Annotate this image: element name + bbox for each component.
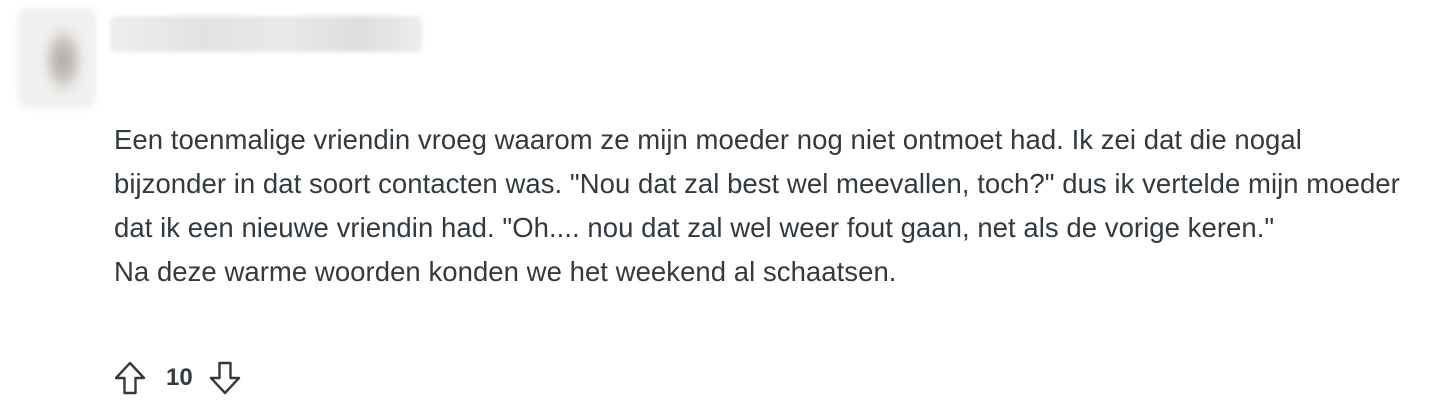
arrow-up-outline-icon	[114, 361, 146, 395]
arrow-down-outline-icon	[209, 361, 240, 395]
upvote-button[interactable]	[112, 358, 148, 398]
username-redacted[interactable]	[110, 16, 422, 52]
comment-body: Een toenmalige vriendin vroeg waarom ze …	[114, 118, 1418, 294]
comment-paragraph: Na deze warme woorden konden we het week…	[114, 256, 897, 287]
downvote-button[interactable]	[207, 358, 243, 398]
comment: Een toenmalige vriendin vroeg waarom ze …	[0, 0, 1430, 408]
vote-score: 10	[166, 364, 193, 391]
vote-actions: 10	[112, 358, 243, 398]
comment-paragraph: Een toenmalige vriendin vroeg waarom ze …	[114, 124, 1400, 243]
avatar[interactable]	[18, 8, 96, 108]
